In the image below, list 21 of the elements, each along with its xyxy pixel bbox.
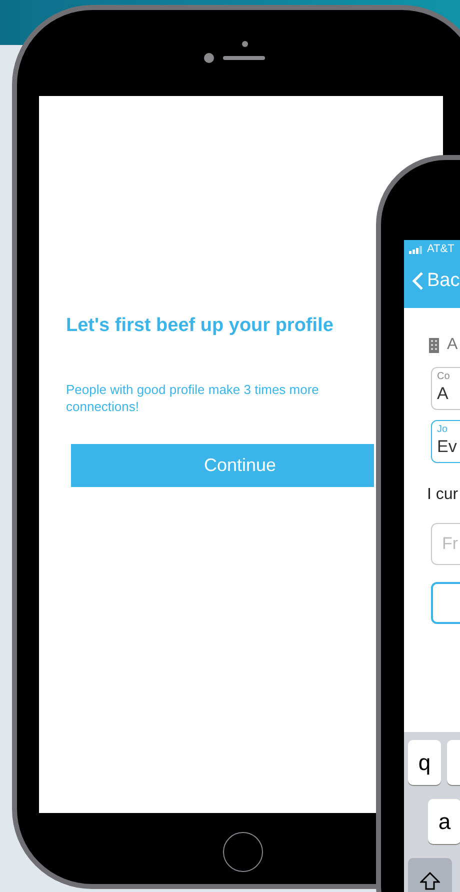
home-button[interactable]	[223, 832, 263, 872]
building-icon	[429, 338, 439, 352]
keyboard-key[interactable]: q	[408, 740, 441, 785]
field-value: A	[437, 383, 448, 405]
field-label: Jo	[437, 424, 449, 436]
carrier-name: AT&T	[427, 242, 454, 258]
input-field[interactable]: Fr	[431, 523, 460, 565]
prompt-text: I cur	[427, 485, 460, 505]
company-text: A	[447, 335, 458, 355]
keyboard-key[interactable]: a	[428, 799, 460, 844]
field-value: Ev	[437, 436, 457, 458]
text-field[interactable]: Jo Ev	[431, 420, 460, 463]
shift-key[interactable]	[408, 858, 452, 892]
heading: Let's first beef up your profile	[66, 314, 334, 338]
field-label: Co	[437, 371, 451, 383]
speaker-grille	[223, 56, 265, 60]
signal-icon	[409, 246, 425, 254]
subtitle: People with good profile make 3 times more connections!	[66, 380, 320, 414]
chevron-left-icon	[412, 271, 424, 292]
shift-icon	[420, 872, 440, 890]
text-field[interactable]: Co A	[431, 367, 460, 410]
